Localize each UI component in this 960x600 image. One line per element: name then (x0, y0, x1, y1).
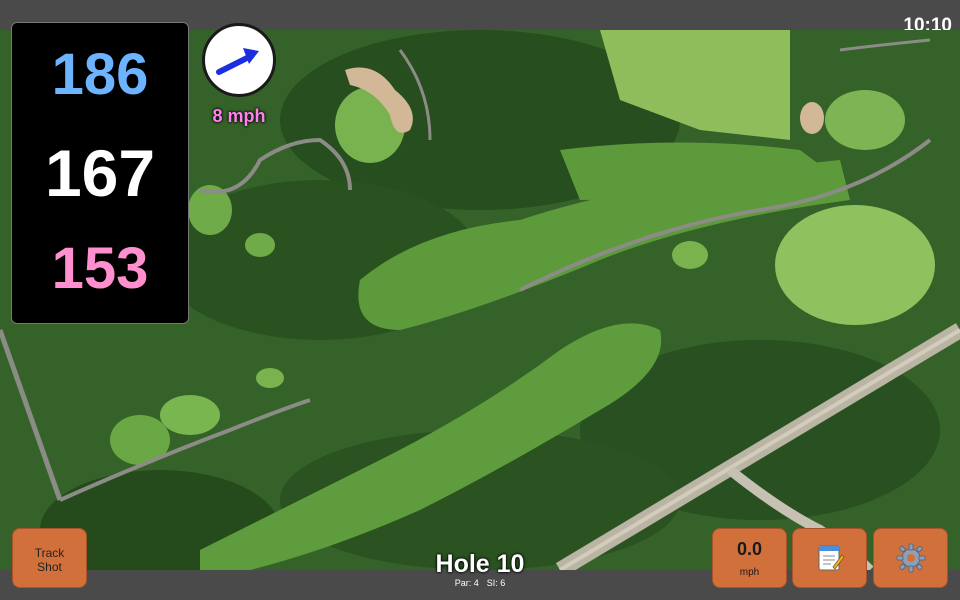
distance-front: 153 (51, 236, 149, 301)
hole-par: Par: 4 (454, 578, 479, 588)
distance-center: 167 (44, 136, 156, 210)
notepad-icon (818, 545, 845, 571)
hole-title: Hole 10 (435, 550, 525, 578)
wind-value: 0.0 (736, 539, 763, 559)
hole-info: Par: 4 SI: 6 (380, 578, 580, 588)
track-shot-button[interactable]: Track Shot (12, 528, 87, 588)
wind-speed-label: 8 mph (212, 106, 266, 126)
distance-panel: 186 167 153 (11, 22, 189, 324)
track-shot-label-line1: Track (34, 546, 65, 560)
track-shot-label-line2: Shot (37, 560, 62, 574)
arrow-icon (216, 48, 259, 75)
gear-icon (896, 543, 925, 573)
wind-button[interactable]: 0.0 mph (712, 528, 787, 588)
wind-direction-dial (202, 23, 276, 97)
notes-button[interactable] (792, 528, 867, 588)
hole-stroke-index: SI: 6 (486, 578, 506, 588)
settings-button[interactable] (873, 528, 948, 588)
distance-back: 186 (51, 42, 149, 107)
wind-unit: mph (739, 567, 760, 578)
